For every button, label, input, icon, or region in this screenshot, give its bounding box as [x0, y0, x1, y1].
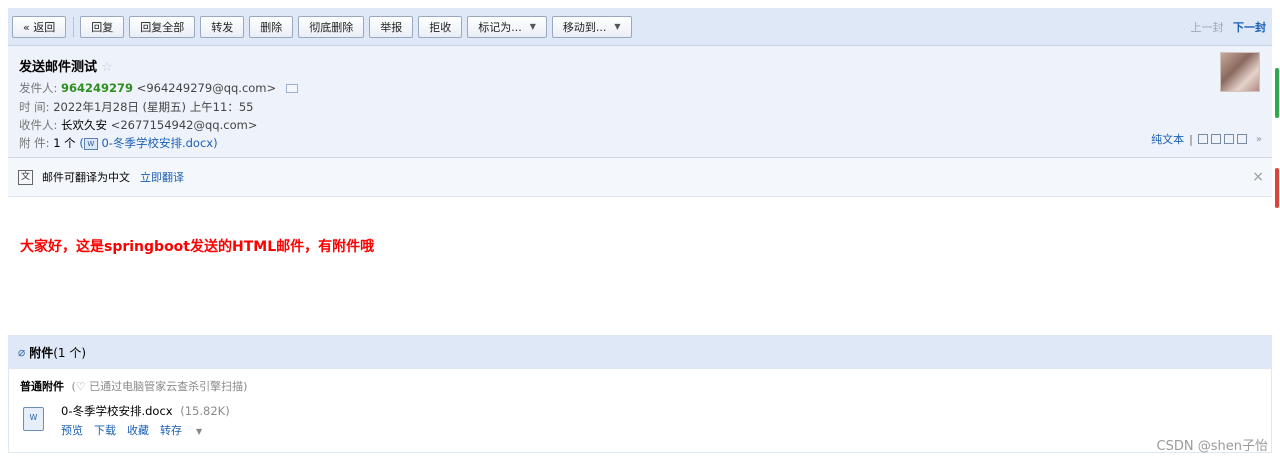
attachment-link[interactable]: 0-冬季学校安排.docx — [101, 136, 213, 150]
mail-toolbar: « 返回 回复 回复全部 转发 删除 彻底删除 举报 拒收 标记为... ▼ 移… — [8, 8, 1272, 46]
normal-attachment-label: 普通附件 — [20, 380, 64, 393]
sender-email: <964249279@qq.com> — [136, 81, 277, 95]
forward-button[interactable]: 转发 — [200, 15, 245, 38]
back-button[interactable]: « 返回 — [12, 15, 67, 38]
time-value: 2022年1月28日 (星期五) 上午11：55 — [53, 100, 254, 114]
mail-header: 发送邮件测试 ☆ 发件人: 964249279 <964249279@qq.com… — [8, 46, 1272, 158]
chevron-down-icon: ▼ — [529, 22, 536, 31]
attachments-count: (1 个) — [53, 345, 87, 360]
view-options: 纯文本 | » — [1151, 131, 1262, 147]
subject-text: 发送邮件测试 — [19, 60, 98, 75]
sender-label: 发件人: — [19, 81, 58, 95]
chevron-down-icon: ▼ — [614, 22, 621, 31]
word-file-icon[interactable]: W — [23, 407, 44, 431]
translate-text: 邮件可翻译为中文 — [42, 171, 130, 184]
recipient-label: 收件人: — [19, 118, 58, 132]
move-to-label: 移动到... — [562, 20, 607, 34]
move-to-dropdown[interactable]: 移动到... ▼ — [551, 15, 632, 38]
recipient-email: <2677154942@qq.com> — [110, 118, 258, 132]
view-divider: | — [1189, 132, 1193, 146]
attachment-close-paren: ) — [213, 136, 218, 150]
attachment-row: 附 件: 1 个 (W 0-冬季学校安排.docx) — [19, 135, 218, 151]
prev-mail-link[interactable]: 上一封 — [1191, 21, 1224, 34]
mail-body-text: 大家好，这是springboot发送的HTML邮件，有附件哦 — [20, 239, 375, 255]
reply-button[interactable]: 回复 — [80, 15, 125, 38]
report-button[interactable]: 举报 — [369, 15, 414, 38]
save-to-dropdown[interactable]: 转存 ▼ — [160, 422, 213, 438]
word-doc-icon: W — [83, 137, 98, 150]
contact-card-icon[interactable] — [285, 84, 298, 93]
translate-now-link[interactable]: 立即翻译 — [140, 169, 184, 185]
attachments-title: 附件 — [29, 345, 54, 360]
time-row: 时 间: 2022年1月28日 (星期五) 上午11：55 — [19, 99, 253, 115]
sender-row: 发件人: 964249279 <964249279@qq.com> — [19, 80, 298, 96]
recipient-name[interactable]: 长欢久安 — [61, 118, 107, 132]
attachment-actions: 预览 下载 收藏 转存 ▼ — [61, 422, 224, 438]
chevron-down-icon: ▼ — [196, 427, 203, 436]
mark-as-label: 标记为... — [478, 20, 522, 34]
sender-name[interactable]: 964249279 — [61, 81, 133, 95]
normal-attachment-row: 普通附件 (♡ 已通过电脑管家云查杀引擎扫描) — [20, 378, 247, 394]
translate-icon: 文 — [18, 169, 33, 185]
expand-chevron-icon[interactable]: » — [1256, 134, 1262, 145]
download-link[interactable]: 下载 — [94, 422, 116, 438]
close-icon[interactable]: × — [1252, 169, 1264, 185]
side-tab-green[interactable] — [1275, 68, 1279, 118]
reject-button[interactable]: 拒收 — [418, 15, 463, 38]
print-icon[interactable] — [1236, 134, 1247, 144]
preview-link[interactable]: 预览 — [61, 422, 83, 438]
recipient-row: 收件人: 长欢久安 <2677154942@qq.com> — [19, 117, 257, 133]
reply-all-button[interactable]: 回复全部 — [129, 15, 196, 38]
collect-link[interactable]: 收藏 — [127, 422, 149, 438]
attachment-file: 0-冬季学校安排.docx (15.82K) — [61, 403, 230, 419]
copy-icon[interactable] — [1210, 134, 1221, 144]
delete-permanently-button[interactable]: 彻底删除 — [298, 15, 365, 38]
plain-text-link[interactable]: 纯文本 — [1151, 131, 1184, 147]
save-to-label: 转存 — [160, 424, 182, 437]
export-icon[interactable] — [1223, 134, 1234, 144]
avatar[interactable] — [1220, 52, 1260, 92]
paperclip-icon: ⌀ — [18, 345, 26, 359]
scan-note: (♡ 已通过电脑管家云查杀引擎扫描) — [71, 380, 248, 393]
new-window-icon[interactable] — [1197, 134, 1208, 144]
mail-subject: 发送邮件测试 ☆ — [19, 56, 113, 75]
mark-as-dropdown[interactable]: 标记为... ▼ — [467, 15, 547, 38]
delete-button[interactable]: 删除 — [249, 15, 294, 38]
attachment-file-size: (15.82K) — [180, 404, 230, 418]
attachment-label: 附 件: — [19, 136, 50, 150]
star-icon[interactable]: ☆ — [101, 60, 113, 75]
attachments-header: ⌀ 附件 (1 个) — [8, 335, 1272, 369]
side-tab-red[interactable] — [1275, 168, 1279, 208]
mail-reader: « 返回 回复 回复全部 转发 删除 彻底删除 举报 拒收 标记为... ▼ 移… — [0, 0, 1280, 458]
time-label: 时 间: — [19, 100, 50, 114]
attachment-file-name[interactable]: 0-冬季学校安排.docx — [61, 404, 173, 418]
next-mail-link[interactable]: 下一封 — [1233, 21, 1266, 34]
translate-bar: 文 邮件可翻译为中文 立即翻译 × — [8, 158, 1272, 197]
attachment-count: 1 个 — [53, 136, 76, 150]
watermark: CSDN @shen子怡 — [1156, 439, 1268, 454]
mail-pager: 上一封 下一封 — [1191, 19, 1267, 35]
toolbar-divider — [73, 16, 75, 37]
attachments-panel: 普通附件 (♡ 已通过电脑管家云查杀引擎扫描) W 0-冬季学校安排.docx … — [8, 369, 1272, 453]
